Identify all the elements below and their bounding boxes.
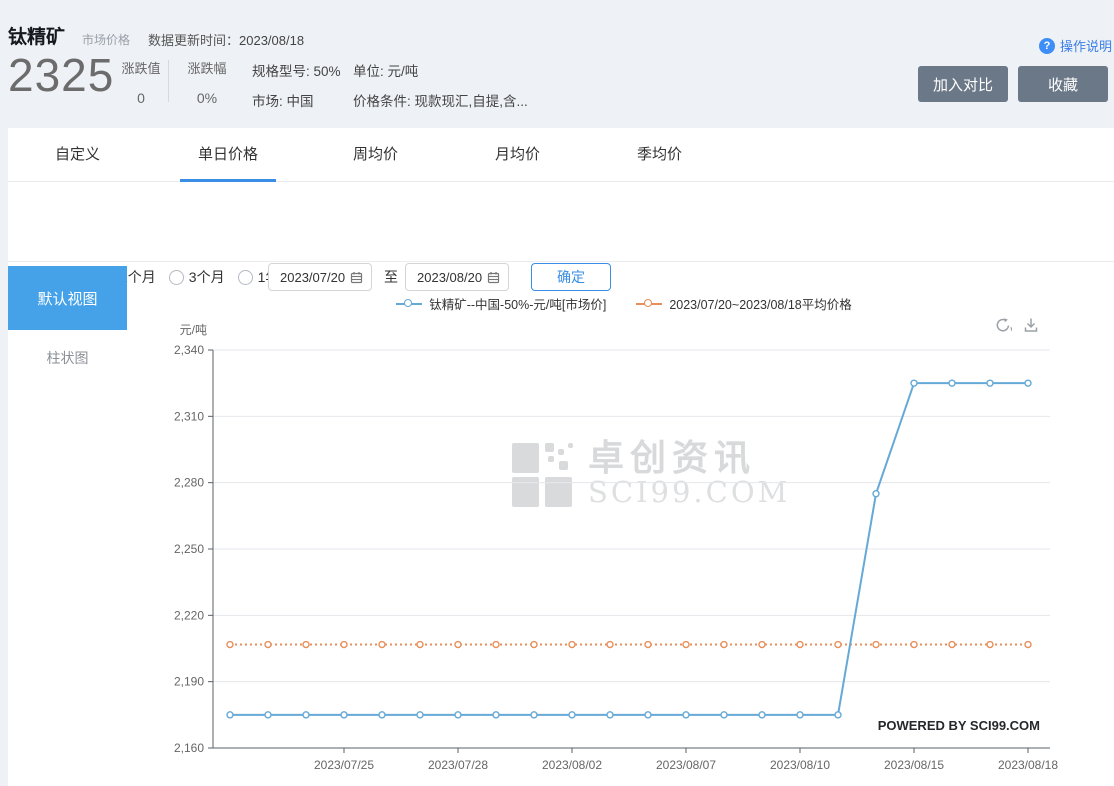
main-card: 自定义 单日价格 周均价 月均价 季均价 时间周期 1个月 3个月 1年 202… (8, 128, 1114, 786)
header: 钛精矿 市场价格 数据更新时间：2023/08/18 2325 涨跌值 0 涨跌… (0, 0, 1114, 128)
legend-label: 钛精矿--中国-50%-元/吨[市场价] (429, 298, 607, 312)
current-price: 2325 (8, 49, 115, 101)
spec-market: 市场: 中国 (252, 94, 314, 109)
tab-custom[interactable]: 自定义 (55, 128, 100, 182)
legend-label: 2023/07/20~2023/08/18平均价格 (669, 298, 852, 312)
svg-text:2,160: 2,160 (174, 741, 204, 755)
change-value: 0 (137, 90, 145, 106)
chart-legend: 钛精矿--中国-50%-元/吨[市场价] 2023/07/20~2023/08/… (134, 294, 1114, 313)
change-pct-block: 涨跌幅 0% (180, 58, 234, 106)
download-icon[interactable] (1022, 316, 1040, 334)
question-icon: ? (1038, 37, 1055, 54)
change-pct: 0% (196, 90, 218, 106)
svg-text:2,310: 2,310 (174, 409, 204, 423)
legend-line-marker-blue (396, 298, 423, 307)
date-from-input[interactable]: 2023/07/20 (268, 263, 372, 291)
radio-3-month[interactable]: 3个月 (168, 267, 225, 287)
tab-weekly-avg[interactable]: 周均价 (353, 128, 398, 182)
date-from-value: 2023/07/20 (280, 269, 346, 285)
help-label: 操作说明 (1059, 39, 1112, 54)
spec-model: 规格型号: 50% (252, 64, 341, 79)
tab-daily-price[interactable]: 单日价格 (198, 128, 258, 182)
spec-unit: 单位: 元/吨 (353, 64, 419, 79)
gridlines (213, 349, 1050, 683)
change-value-block: 涨跌值 0 (114, 58, 168, 106)
legend-item-price-series[interactable]: 钛精矿--中国-50%-元/吨[市场价] (396, 294, 606, 313)
update-time-label: 数据更新时间： (148, 33, 240, 48)
y-axis-unit-label: 元/吨 (179, 323, 207, 337)
svg-text:2,340: 2,340 (174, 343, 204, 357)
svg-text:2023/08/15: 2023/08/15 (884, 758, 944, 772)
radio-label: 3个月 (188, 269, 225, 285)
svg-text:2023/08/18: 2023/08/18 (998, 758, 1058, 772)
help-link[interactable]: ? 操作说明 (1038, 36, 1112, 55)
average-line-series (226, 640, 1032, 649)
svg-text:2,280: 2,280 (174, 476, 204, 490)
sidebar-item-bar-chart[interactable]: 柱状图 (8, 346, 127, 370)
refresh-icon[interactable] (994, 316, 1012, 334)
svg-text:2023/08/10: 2023/08/10 (770, 758, 830, 772)
svg-text:2023/07/28: 2023/07/28 (428, 758, 488, 772)
axes (208, 349, 1050, 753)
change-value-label: 涨跌值 (121, 61, 161, 76)
radio-icon (237, 269, 253, 285)
tab-bar: 自定义 单日价格 周均价 月均价 季均价 (8, 128, 1114, 182)
tab-quarterly-avg[interactable]: 季均价 (637, 128, 682, 182)
chart-panel: 钛精矿--中国-50%-元/吨[市场价] 2023/07/20~2023/08/… (134, 288, 1114, 784)
svg-text:2,190: 2,190 (174, 675, 204, 689)
sidebar-item-default-view[interactable]: 默认视图 (8, 266, 127, 330)
update-time-value: 2023/08/18 (239, 33, 305, 48)
divider (168, 60, 169, 102)
page-subtitle: 市场价格 (82, 33, 131, 47)
legend-item-average-series[interactable]: 2023/07/20~2023/08/18平均价格 (636, 294, 852, 313)
data-update-time: 数据更新时间：2023/08/18 (148, 30, 304, 49)
date-range-to-label: 至 (384, 269, 398, 285)
tab-monthly-avg[interactable]: 月均价 (495, 128, 540, 182)
svg-text:2,250: 2,250 (174, 542, 204, 556)
date-to-input[interactable]: 2023/08/20 (405, 263, 509, 291)
svg-text:2023/07/25: 2023/07/25 (314, 758, 374, 772)
svg-text:2,220: 2,220 (174, 608, 204, 622)
confirm-button[interactable]: 确定 (531, 263, 611, 291)
change-pct-label: 涨跌幅 (187, 61, 227, 76)
favorite-button[interactable]: 收藏 (1018, 66, 1108, 102)
add-compare-button[interactable]: 加入对比 (918, 66, 1008, 102)
spec-condition: 价格条件: 现款现汇,自提,含... (353, 94, 528, 109)
date-to-value: 2023/08/20 (417, 269, 483, 285)
powered-by-text: POWERED BY SCI99.COM (877, 718, 1040, 733)
legend-line-marker-orange (636, 298, 663, 307)
radio-icon (168, 269, 184, 285)
calendar-icon (487, 271, 500, 283)
svg-text:2023/08/07: 2023/08/07 (656, 758, 716, 772)
axis-labels: 2,160 2,190 2,220 2,250 2,280 2,310 2,340 2023/… (174, 343, 1058, 772)
filter-bar: 时间周期 1个月 3个月 1年 2023/07/20 (8, 182, 1114, 291)
page-title: 钛精矿 (8, 27, 66, 48)
price-line-chart[interactable]: 2,160 2,190 2,220 2,250 2,280 2,310 2,340 2023/… (134, 288, 1114, 784)
calendar-icon (350, 271, 363, 283)
svg-text:2023/08/02: 2023/08/02 (542, 758, 602, 772)
